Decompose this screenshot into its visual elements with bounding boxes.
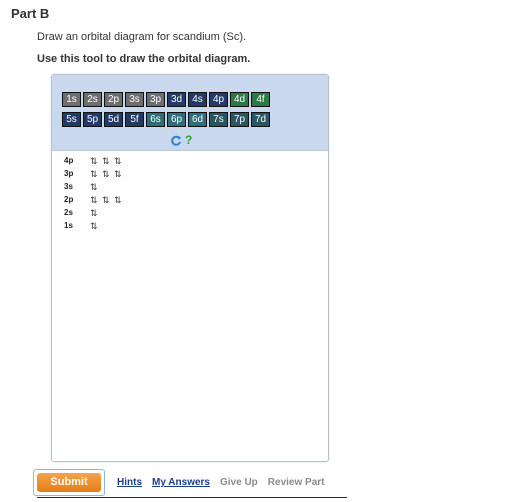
orbital-box[interactable]: ⇅ (86, 208, 98, 219)
orbital-button-5d[interactable]: 5d (104, 112, 123, 127)
orbital-button-6p[interactable]: 6p (167, 112, 186, 127)
orbital-row-label: 2p (64, 195, 74, 204)
orbital-button-5s[interactable]: 5s (62, 112, 81, 127)
submit-button[interactable]: Submit (37, 473, 101, 492)
orbital-button-4d[interactable]: 4d (230, 92, 249, 107)
orbital-box[interactable]: ⇅ (86, 169, 98, 180)
question-instruction: Draw an orbital diagram for scandium (Sc… (37, 31, 247, 43)
orbital-button-1s[interactable]: 1s (62, 92, 81, 107)
orbital-button-row-2: 5s 5p 5d 5f 6s 6p 6d 7s 7p 7d (62, 112, 270, 127)
orbital-button-4f[interactable]: 4f (251, 92, 270, 107)
orbital-box[interactable]: ⇅ (86, 195, 98, 206)
footer-divider (37, 497, 347, 498)
electron-arrow-icon: ⇅ (90, 208, 98, 218)
give-up-link[interactable]: Give Up (220, 477, 258, 488)
orbital-box[interactable]: ⇅ (110, 195, 122, 206)
orbital-box[interactable]: ⇅ (110, 169, 122, 180)
electron-arrow-icon: ⇅ (114, 195, 122, 205)
tool-toolbar: 1s 2s 2p 3s 3p 3d 4s 4p 4d 4f 5s 5p 5d 5… (52, 75, 328, 151)
orbital-button-5f[interactable]: 5f (125, 112, 144, 127)
electron-arrow-icon: ⇅ (90, 221, 98, 231)
orbital-button-7d[interactable]: 7d (251, 112, 270, 127)
orbital-button-6s[interactable]: 6s (146, 112, 165, 127)
part-title: Part B (11, 6, 50, 21)
help-icon[interactable]: ? (185, 133, 192, 147)
orbital-diagram-tool: 1s 2s 2p 3s 3p 3d 4s 4p 4d 4f 5s 5p 5d 5… (51, 74, 329, 462)
orbital-button-3p[interactable]: 3p (146, 92, 165, 107)
electron-arrow-icon: ⇅ (114, 156, 122, 166)
electron-arrow-icon: ⇅ (102, 156, 110, 166)
orbital-box[interactable]: ⇅ (86, 156, 98, 167)
orbital-button-row-1: 1s 2s 2p 3s 3p 3d 4s 4p 4d 4f (62, 92, 270, 107)
orbital-button-2s[interactable]: 2s (83, 92, 102, 107)
orbital-button-6d[interactable]: 6d (188, 112, 207, 127)
orbital-row-label: 3p (64, 169, 74, 178)
tool-instruction: Use this tool to draw the orbital diagra… (37, 53, 251, 65)
orbital-button-4s[interactable]: 4s (188, 92, 207, 107)
review-part-link[interactable]: Review Part (268, 477, 325, 488)
orbital-box[interactable]: ⇅ (98, 169, 110, 180)
orbital-box[interactable]: ⇅ (98, 156, 110, 167)
orbital-box[interactable]: ⇅ (110, 156, 122, 167)
orbital-button-7p[interactable]: 7p (230, 112, 249, 127)
orbital-button-5p[interactable]: 5p (83, 112, 102, 127)
electron-arrow-icon: ⇅ (102, 169, 110, 179)
hints-link[interactable]: Hints (117, 477, 142, 488)
orbital-button-2p[interactable]: 2p (104, 92, 123, 107)
electron-arrow-icon: ⇅ (90, 195, 98, 205)
orbital-button-7s[interactable]: 7s (209, 112, 228, 127)
orbital-row-label: 4p (64, 156, 74, 165)
orbital-row-label: 3s (64, 182, 73, 191)
electron-arrow-icon: ⇅ (114, 169, 122, 179)
my-answers-link[interactable]: My Answers (152, 477, 210, 488)
tool-actions: ? (170, 133, 210, 149)
answer-links: Hints My Answers Give Up Review Part (117, 477, 324, 488)
orbital-row-label: 1s (64, 221, 73, 230)
electron-arrow-icon: ⇅ (90, 182, 98, 192)
orbital-button-3s[interactable]: 3s (125, 92, 144, 107)
orbital-box[interactable]: ⇅ (86, 182, 98, 193)
orbital-button-4p[interactable]: 4p (209, 92, 228, 107)
orbital-row-label: 2s (64, 208, 73, 217)
orbital-box[interactable]: ⇅ (86, 221, 98, 232)
orbital-box[interactable]: ⇅ (98, 195, 110, 206)
orbital-button-3d[interactable]: 3d (167, 92, 186, 107)
electron-arrow-icon: ⇅ (90, 169, 98, 179)
undo-icon[interactable] (170, 135, 182, 147)
electron-arrow-icon: ⇅ (102, 195, 110, 205)
electron-arrow-icon: ⇅ (90, 156, 98, 166)
submit-focus-ring: Submit (33, 469, 105, 496)
